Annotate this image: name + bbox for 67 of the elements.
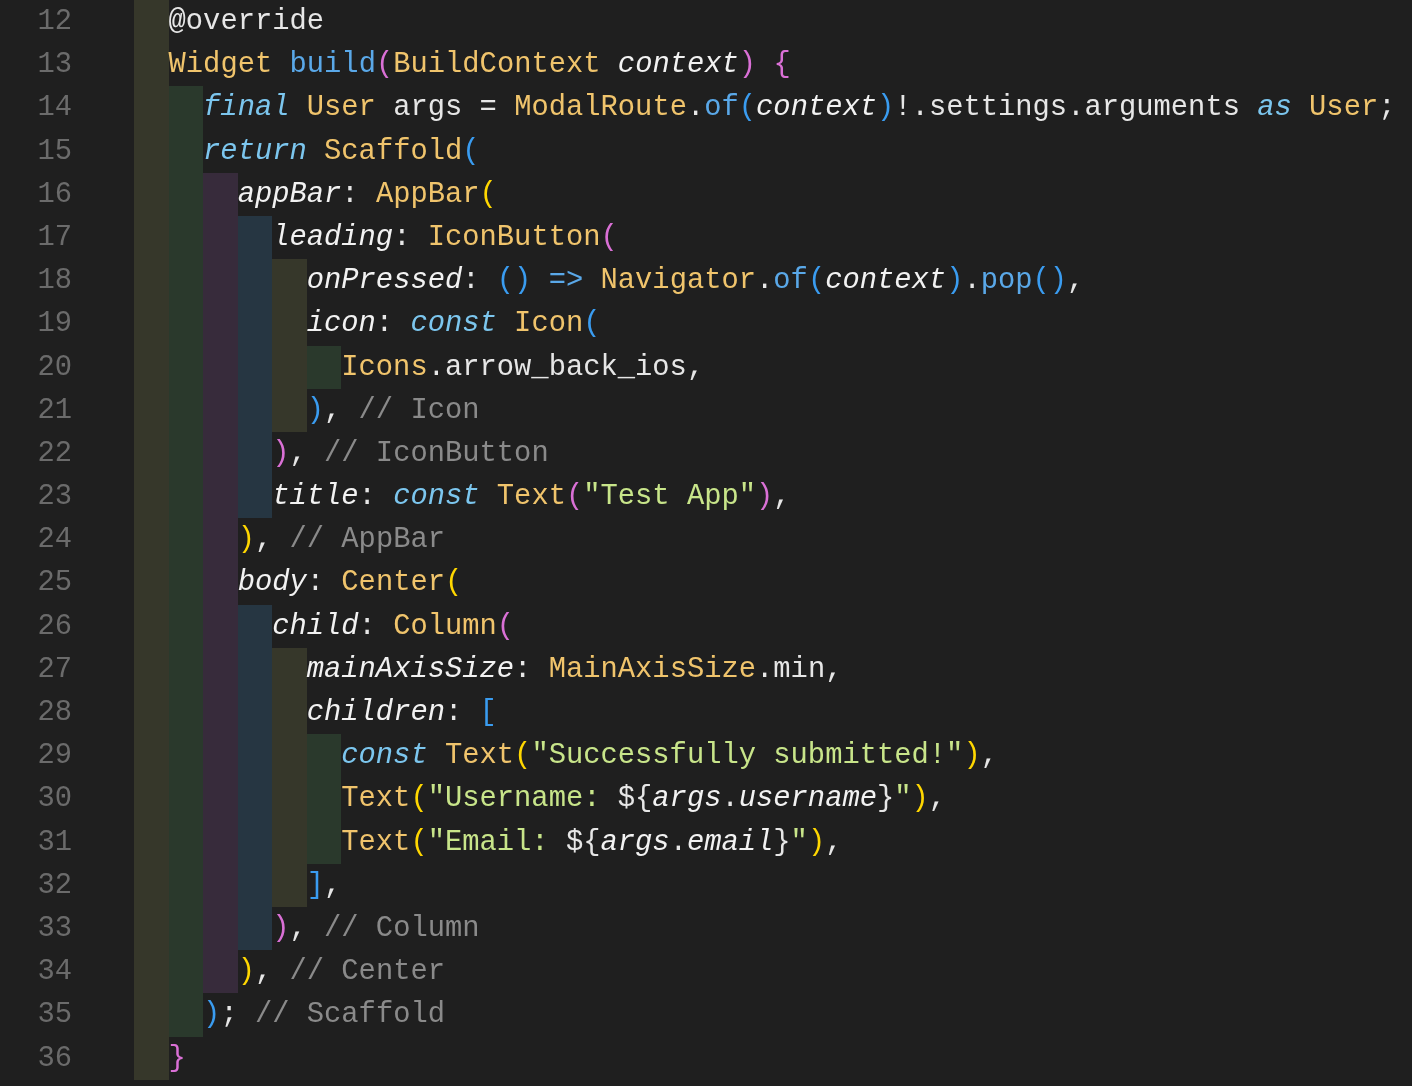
indent-guide	[306, 345, 342, 389]
indent-guide	[168, 86, 204, 130]
line-number: 21	[36, 392, 72, 429]
indent-guide	[134, 0, 169, 44]
indent-guide	[306, 734, 342, 778]
code-line: ), // Column	[272, 910, 480, 947]
line-number: 13	[36, 47, 72, 84]
line-number: 25	[36, 565, 72, 602]
code-line: ), // Center	[237, 954, 445, 991]
indent-guide	[237, 604, 273, 648]
code-line: @override	[168, 4, 325, 40]
indent-guide	[168, 993, 204, 1037]
line-number: 29	[36, 738, 72, 775]
code-line: body: Center(	[237, 565, 463, 602]
code-line: appBar: AppBar(	[237, 176, 497, 213]
code-line: Widget build(BuildContext context) {	[168, 47, 791, 84]
line-number: 30	[36, 781, 72, 818]
line-number: 23	[36, 479, 72, 516]
code-line: title: const Text("Test App"),	[272, 479, 791, 516]
line-number: 28	[36, 695, 72, 731]
line-number: 16	[36, 176, 72, 213]
code-line: final User args = ModalRoute.of(context)!.settings.arguments as User;	[203, 90, 1396, 127]
indent-guide	[203, 950, 238, 994]
code-line: ), // IconButton	[272, 435, 549, 472]
code-line: const Text("Successfully submitted!"),	[341, 738, 998, 775]
code-line: onPressed: () => Navigator.of(context).pop(),	[306, 263, 1085, 300]
line-number: 17	[36, 219, 72, 256]
line-number: 22	[36, 435, 72, 472]
code-line: Icons.arrow_back_ios,	[341, 349, 705, 386]
code-line: ), // AppBar	[237, 522, 445, 559]
code-line: children: [	[306, 695, 497, 731]
code-line: ); // Scaffold	[203, 997, 446, 1034]
line-number: 31	[36, 824, 72, 861]
line-number: 36	[36, 1040, 72, 1077]
line-number: 14	[36, 90, 72, 127]
indent-guide	[237, 906, 273, 951]
indent-guide	[272, 863, 307, 907]
code-line: ), // Icon	[306, 392, 480, 429]
indent-guide	[134, 1036, 169, 1080]
code-line: }	[168, 1040, 186, 1077]
code-line: child: Column(	[272, 608, 515, 645]
line-number: 12	[36, 4, 72, 40]
line-number: 32	[36, 867, 72, 904]
indent-guide	[203, 172, 238, 216]
line-number: 27	[36, 651, 72, 688]
code-line: ],	[306, 867, 342, 904]
indent-guide	[272, 647, 307, 691]
line-number: 33	[36, 910, 72, 947]
line-number: 26	[36, 608, 72, 645]
line-number: 24	[36, 522, 72, 559]
indent-guide	[237, 215, 273, 260]
code-line: mainAxisSize: MainAxisSize.min,	[306, 651, 843, 688]
code-line: leading: IconButton(	[272, 219, 618, 256]
indent-guide	[306, 820, 342, 864]
line-number: 19	[36, 306, 72, 343]
code-line: Text("Email: ${args.email}"),	[341, 824, 843, 861]
line-number: 34	[36, 954, 72, 991]
line-number: 15	[36, 133, 72, 170]
indent-guide	[237, 475, 273, 519]
code-line: return Scaffold(	[203, 133, 480, 170]
line-number: 35	[36, 997, 72, 1034]
indent-guide	[272, 388, 307, 432]
indent-guide	[272, 259, 307, 303]
code-line: icon: const Icon(	[306, 306, 601, 343]
line-number: 18	[36, 263, 72, 300]
code-line: Text("Username: ${args.username}"),	[341, 781, 947, 818]
line-number: 20	[36, 349, 72, 386]
